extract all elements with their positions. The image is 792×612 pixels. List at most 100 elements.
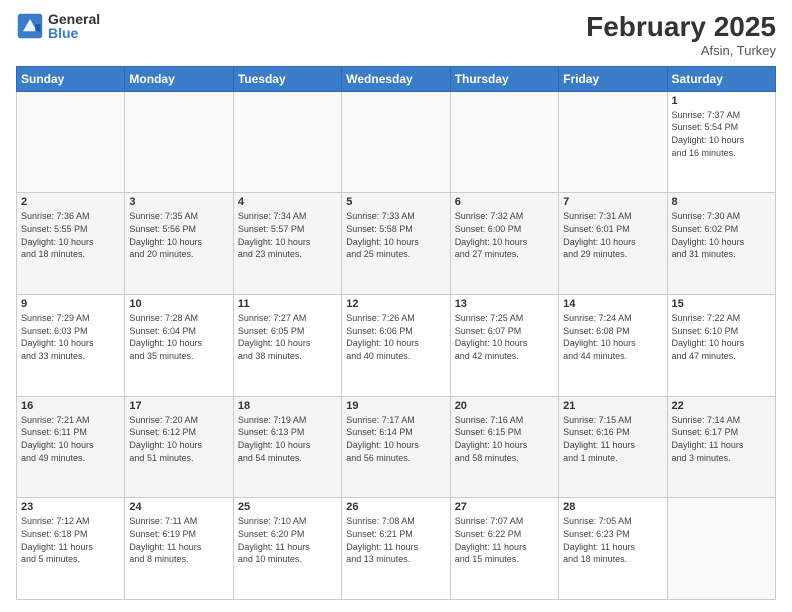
calendar-table: SundayMondayTuesdayWednesdayThursdayFrid… xyxy=(16,66,776,600)
day-number: 12 xyxy=(346,298,445,310)
day-info: Sunrise: 7:27 AM Sunset: 6:05 PM Dayligh… xyxy=(238,312,337,362)
calendar-cell: 8 Sunrise: 7:30 AM Sunset: 6:02 PM Daylig… xyxy=(667,193,775,295)
calendar-cell: 5 Sunrise: 7:33 AM Sunset: 5:58 PM Daylig… xyxy=(342,193,450,295)
calendar-cell: 20 Sunrise: 7:16 AM Sunset: 6:15 PM Dayli… xyxy=(450,396,558,498)
day-info: Sunrise: 7:29 AM Sunset: 6:03 PM Dayligh… xyxy=(21,312,120,362)
day-info: Sunrise: 7:17 AM Sunset: 6:14 PM Dayligh… xyxy=(346,414,445,464)
page: General Blue February 2025 Afsin, Turkey… xyxy=(0,0,792,612)
calendar-cell: 2Sunrise: 7:36 AM Sunset: 5:55 PM Daylig… xyxy=(17,193,125,295)
weekday-header-saturday: Saturday xyxy=(667,66,775,91)
day-number: 8 xyxy=(672,196,771,208)
day-number: 23 xyxy=(21,501,120,513)
day-info: Sunrise: 7:08 AM Sunset: 6:21 PM Dayligh… xyxy=(346,515,445,565)
calendar-cell xyxy=(450,91,558,193)
calendar-cell: 24 Sunrise: 7:11 AM Sunset: 6:19 PM Dayli… xyxy=(125,498,233,600)
day-info: Sunrise: 7:32 AM Sunset: 6:00 PM Dayligh… xyxy=(455,210,554,260)
day-number: 13 xyxy=(455,298,554,310)
weekday-header-monday: Monday xyxy=(125,66,233,91)
day-number: 24 xyxy=(129,501,228,513)
calendar-cell: 10 Sunrise: 7:28 AM Sunset: 6:04 PM Dayli… xyxy=(125,295,233,397)
weekday-header-tuesday: Tuesday xyxy=(233,66,341,91)
day-info: Sunrise: 7:20 AM Sunset: 6:12 PM Dayligh… xyxy=(129,414,228,464)
day-info: Sunrise: 7:11 AM Sunset: 6:19 PM Dayligh… xyxy=(129,515,228,565)
logo: General Blue xyxy=(16,12,100,40)
day-number: 26 xyxy=(346,501,445,513)
day-info: Sunrise: 7:30 AM Sunset: 6:02 PM Dayligh… xyxy=(672,210,771,260)
calendar-cell: 14 Sunrise: 7:24 AM Sunset: 6:08 PM Dayli… xyxy=(559,295,667,397)
day-info: Sunrise: 7:37 AM Sunset: 5:54 PM Dayligh… xyxy=(672,109,771,159)
day-number: 17 xyxy=(129,400,228,412)
calendar-cell: 12Sunrise: 7:26 AM Sunset: 6:06 PM Dayli… xyxy=(342,295,450,397)
day-info: Sunrise: 7:34 AM Sunset: 5:57 PM Dayligh… xyxy=(238,210,337,260)
weekday-header-sunday: Sunday xyxy=(17,66,125,91)
day-number: 7 xyxy=(563,196,662,208)
logo-blue-text: Blue xyxy=(48,26,100,40)
day-info: Sunrise: 7:15 AM Sunset: 6:16 PM Dayligh… xyxy=(563,414,662,464)
calendar-cell: 1Sunrise: 7:37 AM Sunset: 5:54 PM Daylig… xyxy=(667,91,775,193)
day-number: 10 xyxy=(129,298,228,310)
day-number: 18 xyxy=(238,400,337,412)
weekday-header-row: SundayMondayTuesdayWednesdayThursdayFrid… xyxy=(17,66,776,91)
day-info: Sunrise: 7:16 AM Sunset: 6:15 PM Dayligh… xyxy=(455,414,554,464)
day-info: Sunrise: 7:07 AM Sunset: 6:22 PM Dayligh… xyxy=(455,515,554,565)
calendar-cell xyxy=(667,498,775,600)
day-number: 16 xyxy=(21,400,120,412)
calendar-cell: 9 Sunrise: 7:29 AM Sunset: 6:03 PM Daylig… xyxy=(17,295,125,397)
weekday-header-friday: Friday xyxy=(559,66,667,91)
calendar-cell: 3 Sunrise: 7:35 AM Sunset: 5:56 PM Daylig… xyxy=(125,193,233,295)
title-section: February 2025 Afsin, Turkey xyxy=(586,12,776,58)
day-info: Sunrise: 7:28 AM Sunset: 6:04 PM Dayligh… xyxy=(129,312,228,362)
calendar-cell: 19 Sunrise: 7:17 AM Sunset: 6:14 PM Dayli… xyxy=(342,396,450,498)
day-number: 9 xyxy=(21,298,120,310)
header: General Blue February 2025 Afsin, Turkey xyxy=(16,12,776,58)
day-number: 14 xyxy=(563,298,662,310)
weekday-header-thursday: Thursday xyxy=(450,66,558,91)
calendar-cell: 18 Sunrise: 7:19 AM Sunset: 6:13 PM Dayli… xyxy=(233,396,341,498)
calendar-cell: 17 Sunrise: 7:20 AM Sunset: 6:12 PM Dayli… xyxy=(125,396,233,498)
calendar-cell xyxy=(559,91,667,193)
day-info: Sunrise: 7:36 AM Sunset: 5:55 PM Dayligh… xyxy=(21,210,120,260)
day-number: 28 xyxy=(563,501,662,513)
calendar-cell: 4 Sunrise: 7:34 AM Sunset: 5:57 PM Daylig… xyxy=(233,193,341,295)
day-info: Sunrise: 7:10 AM Sunset: 6:20 PM Dayligh… xyxy=(238,515,337,565)
calendar-cell: 15Sunrise: 7:22 AM Sunset: 6:10 PM Dayli… xyxy=(667,295,775,397)
calendar-cell: 22Sunrise: 7:14 AM Sunset: 6:17 PM Dayli… xyxy=(667,396,775,498)
day-info: Sunrise: 7:25 AM Sunset: 6:07 PM Dayligh… xyxy=(455,312,554,362)
week-row-3: 9 Sunrise: 7:29 AM Sunset: 6:03 PM Daylig… xyxy=(17,295,776,397)
calendar-cell: 25Sunrise: 7:10 AM Sunset: 6:20 PM Dayli… xyxy=(233,498,341,600)
day-info: Sunrise: 7:35 AM Sunset: 5:56 PM Dayligh… xyxy=(129,210,228,260)
day-info: Sunrise: 7:19 AM Sunset: 6:13 PM Dayligh… xyxy=(238,414,337,464)
day-info: Sunrise: 7:22 AM Sunset: 6:10 PM Dayligh… xyxy=(672,312,771,362)
day-number: 21 xyxy=(563,400,662,412)
calendar-cell: 6 Sunrise: 7:32 AM Sunset: 6:00 PM Daylig… xyxy=(450,193,558,295)
week-row-1: 1Sunrise: 7:37 AM Sunset: 5:54 PM Daylig… xyxy=(17,91,776,193)
day-number: 5 xyxy=(346,196,445,208)
calendar-cell xyxy=(233,91,341,193)
day-number: 20 xyxy=(455,400,554,412)
day-number: 4 xyxy=(238,196,337,208)
calendar-cell: 16 Sunrise: 7:21 AM Sunset: 6:11 PM Dayli… xyxy=(17,396,125,498)
week-row-4: 16 Sunrise: 7:21 AM Sunset: 6:11 PM Dayli… xyxy=(17,396,776,498)
logo-text: General Blue xyxy=(48,12,100,40)
day-info: Sunrise: 7:33 AM Sunset: 5:58 PM Dayligh… xyxy=(346,210,445,260)
week-row-5: 23Sunrise: 7:12 AM Sunset: 6:18 PM Dayli… xyxy=(17,498,776,600)
day-info: Sunrise: 7:05 AM Sunset: 6:23 PM Dayligh… xyxy=(563,515,662,565)
day-number: 19 xyxy=(346,400,445,412)
day-info: Sunrise: 7:24 AM Sunset: 6:08 PM Dayligh… xyxy=(563,312,662,362)
day-number: 3 xyxy=(129,196,228,208)
day-number: 6 xyxy=(455,196,554,208)
day-number: 27 xyxy=(455,501,554,513)
week-row-2: 2Sunrise: 7:36 AM Sunset: 5:55 PM Daylig… xyxy=(17,193,776,295)
month-title: February 2025 xyxy=(586,12,776,43)
calendar-cell: 27 Sunrise: 7:07 AM Sunset: 6:22 PM Dayli… xyxy=(450,498,558,600)
calendar-cell: 23Sunrise: 7:12 AM Sunset: 6:18 PM Dayli… xyxy=(17,498,125,600)
day-number: 11 xyxy=(238,298,337,310)
day-info: Sunrise: 7:31 AM Sunset: 6:01 PM Dayligh… xyxy=(563,210,662,260)
day-info: Sunrise: 7:14 AM Sunset: 6:17 PM Dayligh… xyxy=(672,414,771,464)
location-subtitle: Afsin, Turkey xyxy=(586,43,776,58)
calendar-cell xyxy=(342,91,450,193)
calendar-cell: 26 Sunrise: 7:08 AM Sunset: 6:21 PM Dayli… xyxy=(342,498,450,600)
day-info: Sunrise: 7:21 AM Sunset: 6:11 PM Dayligh… xyxy=(21,414,120,464)
calendar-cell: 13 Sunrise: 7:25 AM Sunset: 6:07 PM Dayli… xyxy=(450,295,558,397)
logo-general-text: General xyxy=(48,12,100,26)
